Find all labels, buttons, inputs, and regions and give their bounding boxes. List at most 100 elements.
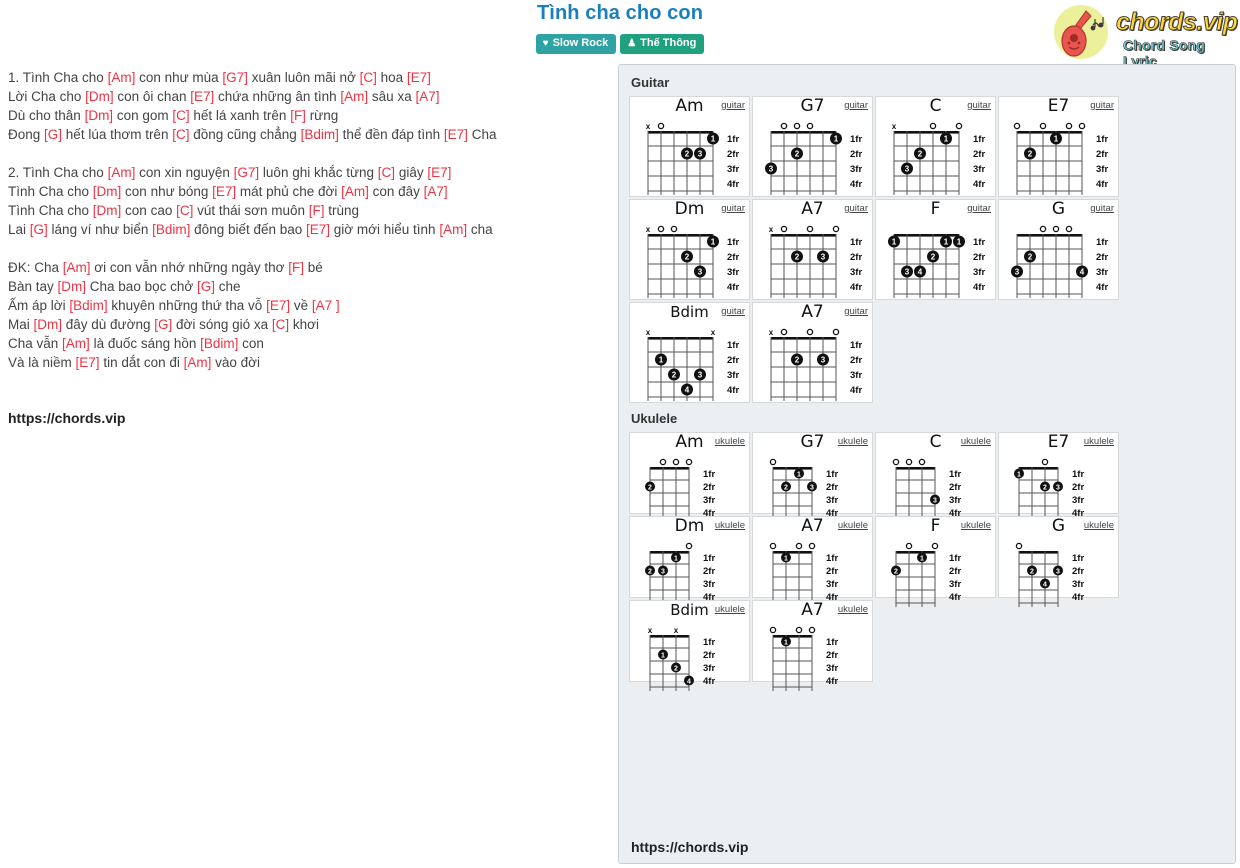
chord-card-g7-ukulele[interactable]: G7 ukulele 1 2 3 1fr 2fr 3fr 4fr (752, 432, 873, 523)
instrument-link[interactable]: ukulele (838, 604, 868, 615)
chord-tag[interactable]: [E7] (306, 222, 330, 237)
chord-tag[interactable]: [Bdim] (152, 222, 190, 237)
instrument-link[interactable]: ukulele (715, 436, 745, 447)
chord-tag[interactable]: [E7] (76, 355, 100, 370)
chord-tag[interactable]: [Am] (439, 222, 467, 237)
svg-text:2: 2 (1028, 253, 1033, 262)
chord-tag[interactable]: [F] (290, 108, 306, 123)
instrument-link[interactable]: guitar (844, 306, 868, 317)
chord-card-am-ukulele[interactable]: Am ukulele 2 1fr 2fr 3fr 4fr (629, 432, 750, 523)
svg-text:1fr: 1fr (703, 637, 715, 648)
chord-card-a7-guitar[interactable]: A7 guitar x 2 3 1fr 2fr 3fr 4fr (752, 302, 873, 403)
chord-tag[interactable]: [Dm] (34, 317, 63, 332)
instrument-link[interactable]: ukulele (961, 436, 991, 447)
chord-card-bdim-guitar[interactable]: Bdim guitar x x 1 2 3 4 1fr 2fr 3fr 4fr (629, 302, 750, 403)
chord-card-am-guitar[interactable]: Am guitar x 1 2 3 1fr 2fr 3fr 4fr (629, 96, 750, 197)
chord-tag[interactable]: [A7 ] (312, 298, 340, 313)
svg-text:3fr: 3fr (727, 164, 739, 175)
chord-tag[interactable]: [G] (154, 317, 172, 332)
chord-tag[interactable]: [Am] (340, 89, 368, 104)
instrument-link[interactable]: ukulele (838, 520, 868, 531)
instrument-link[interactable]: guitar (844, 203, 868, 214)
chord-tag[interactable]: [Dm] (85, 108, 114, 123)
lyric-text: bé (304, 260, 323, 275)
chord-tag[interactable]: [G7] (222, 70, 248, 85)
chord-card-c-guitar[interactable]: Cguitar x 1 2 3 1fr 2fr 3fr 4fr (875, 96, 996, 197)
chord-tag[interactable]: [C] (176, 203, 193, 218)
lyrics-source-url[interactable]: https://chords.vip (8, 410, 604, 426)
chord-card-c-ukulele[interactable]: Cukulele 3 1fr 2fr 3fr 4fr (875, 432, 996, 523)
chord-tag[interactable]: [A7] (415, 89, 439, 104)
chord-tag[interactable]: [Dm] (58, 279, 87, 294)
chord-card-dm-guitar[interactable]: Dm guitar x 1 2 3 1fr 2fr 3fr 4fr (629, 199, 750, 300)
chord-tag[interactable]: [Bdim] (301, 127, 339, 142)
site-logo[interactable]: chords.vip Chord Song Lyric (1040, 1, 1238, 69)
chord-card-a7-guitar[interactable]: A7 guitar x 2 3 1fr 2fr 3fr 4fr (752, 199, 873, 300)
chord-tag[interactable]: [F] (309, 203, 325, 218)
chord-tag[interactable]: [C] (360, 70, 377, 85)
instrument-link[interactable]: ukulele (715, 520, 745, 531)
chord-tag[interactable]: [Am] (341, 184, 369, 199)
chord-card-g-guitar[interactable]: Gguitar 2 3 4 1fr 2fr 3fr 4fr (998, 199, 1119, 300)
chord-tag[interactable]: [E7] (266, 298, 290, 313)
author-badge[interactable]: ♟ Thế Thông (620, 34, 705, 54)
chord-tag[interactable]: [Dm] (93, 184, 122, 199)
chord-tag[interactable]: [Dm] (93, 203, 122, 218)
chord-tag[interactable]: [E7] (212, 184, 236, 199)
chord-tag[interactable]: [A7] (424, 184, 448, 199)
chord-tag[interactable]: [E7] (427, 165, 451, 180)
instrument-link[interactable]: ukulele (1084, 436, 1114, 447)
svg-text:1fr: 1fr (727, 237, 739, 248)
chord-tag[interactable]: [C] (272, 317, 289, 332)
chord-diagram: 1 2 1fr 2fr 3fr 4fr (1007, 119, 1126, 199)
instrument-link[interactable]: guitar (1090, 100, 1114, 111)
guitar-icon (1061, 10, 1104, 57)
instrument-link[interactable]: ukulele (1084, 520, 1114, 531)
instrument-link[interactable]: guitar (967, 100, 991, 111)
chord-tag[interactable]: [C] (378, 165, 395, 180)
chord-tag[interactable]: [C] (172, 108, 189, 123)
chord-tag[interactable]: [Dm] (85, 89, 114, 104)
instrument-link[interactable]: guitar (721, 100, 745, 111)
instrument-link[interactable]: ukulele (961, 520, 991, 531)
instrument-link[interactable]: guitar (721, 203, 745, 214)
svg-text:2fr: 2fr (949, 566, 961, 577)
chord-card-a7-ukulele[interactable]: A7 ukulele 1 1fr 2fr 3fr 4fr (752, 600, 873, 691)
chord-card-bdim-ukulele[interactable]: Bdim ukulele x x 1 2 4 1fr 2fr 3fr 4fr (629, 600, 750, 691)
instrument-link[interactable]: guitar (721, 306, 745, 317)
chord-tag[interactable]: [Bdim] (69, 298, 107, 313)
chord-tag[interactable]: [E7] (407, 70, 431, 85)
instrument-link[interactable]: ukulele (715, 604, 745, 615)
chord-tag[interactable]: [E7] (190, 89, 214, 104)
chord-tag[interactable]: [Am] (108, 70, 136, 85)
chord-tag[interactable]: [Am] (108, 165, 136, 180)
chord-card-e7-guitar[interactable]: E7 guitar 1 2 1fr 2fr 3fr 4fr (998, 96, 1119, 197)
instrument-link[interactable]: ukulele (838, 436, 868, 447)
instrument-link[interactable]: guitar (1090, 203, 1114, 214)
instrument-link[interactable]: guitar (844, 100, 868, 111)
chord-tag[interactable]: [Am] (63, 260, 91, 275)
chord-card-g-ukulele[interactable]: Gukulele 2 3 4 1fr 2fr 3fr 4fr (998, 516, 1119, 607)
chord-tag[interactable]: [G] (197, 279, 215, 294)
chord-tag[interactable]: [Am] (184, 355, 212, 370)
chord-tag[interactable]: [Am] (62, 336, 90, 351)
chord-card-f-guitar[interactable]: Fguitar 1 1 1 2 3 4 1fr 2fr 3fr 4fr (875, 199, 996, 300)
chord-tag[interactable]: [G] (30, 222, 48, 237)
instrument-link[interactable]: guitar (967, 203, 991, 214)
lyric-line: Ấm áp lời [Bdim] khuyên những thứ tha vỗ… (8, 296, 604, 315)
chord-tag[interactable]: [C] (172, 127, 189, 142)
chord-card-f-ukulele[interactable]: Fukulele 1 2 1fr 2fr 3fr 4fr (875, 516, 996, 607)
chord-card-g7-guitar[interactable]: G7 guitar 1 2 3 1fr 2fr 3fr 4fr (752, 96, 873, 197)
svg-text:2fr: 2fr (826, 566, 838, 577)
chord-tag[interactable]: [F] (288, 260, 304, 275)
panel-source-url[interactable]: https://chords.vip (631, 839, 748, 855)
svg-text:2: 2 (795, 253, 800, 262)
chord-card-a7-ukulele[interactable]: A7 ukulele 1 1fr 2fr 3fr 4fr (752, 516, 873, 607)
chord-tag[interactable]: [G] (44, 127, 62, 142)
rhythm-badge[interactable]: ♥ Slow Rock (535, 34, 617, 54)
chord-tag[interactable]: [G7] (234, 165, 260, 180)
chord-card-e7-ukulele[interactable]: E7 ukulele 1 2 3 1fr 2fr 3fr 4fr (998, 432, 1119, 523)
chord-card-dm-ukulele[interactable]: Dm ukulele 1 2 3 1fr 2fr 3fr 4fr (629, 516, 750, 607)
chord-tag[interactable]: [Bdim] (200, 336, 238, 351)
chord-tag[interactable]: [E7] (444, 127, 468, 142)
